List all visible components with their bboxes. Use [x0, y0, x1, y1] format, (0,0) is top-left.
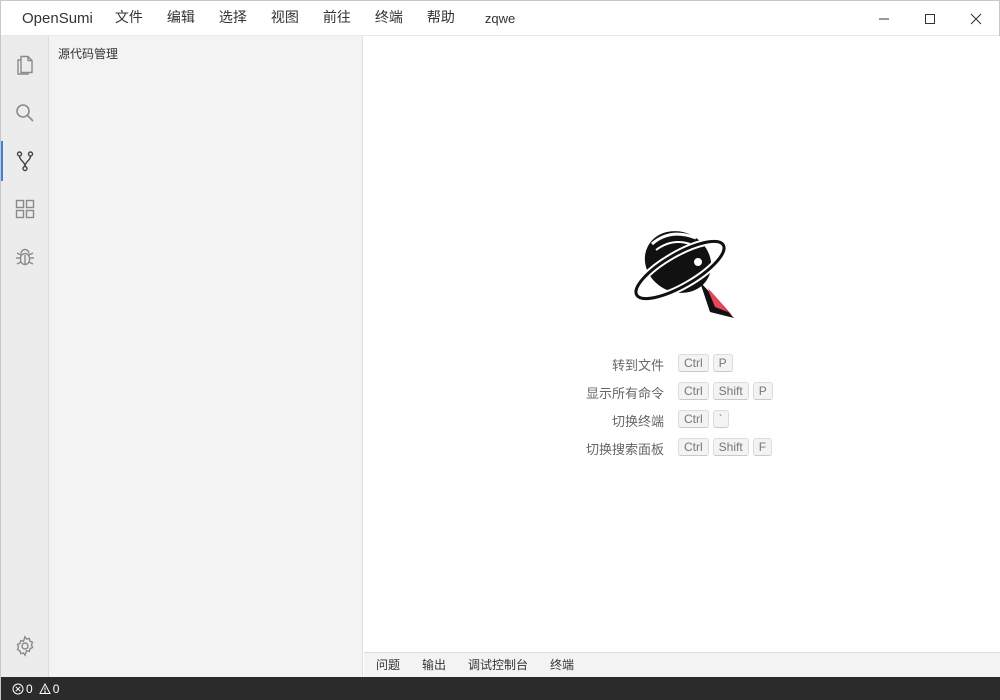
search-icon — [16, 104, 34, 122]
activity-settings[interactable] — [1, 622, 49, 670]
app-name: OpenSumi — [22, 9, 93, 27]
menu-go[interactable]: 前往 — [311, 1, 363, 36]
tab-problems[interactable]: 问题 — [365, 653, 411, 678]
close-icon — [970, 13, 982, 24]
error-count: 0 — [26, 682, 33, 696]
menu-terminal[interactable]: 终端 — [363, 1, 415, 36]
maximize-button[interactable] — [907, 1, 953, 36]
shortcut-label: 切换搜索面板 — [585, 443, 664, 458]
key-badge: Shift — [712, 438, 749, 456]
key-badge: F — [752, 438, 773, 456]
menu-view[interactable]: 视图 — [259, 1, 311, 36]
shortcut-keys: Ctrl Shift P — [678, 382, 773, 400]
editor-area: 转到文件 Ctrl P 显示所有命令 Ctrl Shift P 切换终端 Ctr… — [364, 36, 1000, 652]
source-control-panel: 源代码管理 — [49, 36, 363, 677]
activity-bar — [1, 36, 49, 677]
shortcut-label: 切换终端 — [611, 415, 664, 430]
key-badge: P — [752, 382, 773, 400]
shortcut-row: 切换搜索面板 Ctrl Shift F — [364, 438, 1000, 458]
key-badge: Ctrl — [678, 438, 709, 456]
shortcut-keys: Ctrl ` — [678, 410, 729, 428]
status-warnings[interactable]: 0 — [38, 682, 60, 696]
explorer-files-icon — [17, 55, 33, 75]
minimize-button[interactable] — [861, 1, 907, 36]
shortcut-label: 显示所有命令 — [585, 387, 664, 402]
panel-title: 源代码管理 — [58, 47, 119, 61]
settings-gear-icon — [16, 635, 34, 657]
activity-debug[interactable] — [1, 233, 49, 281]
key-badge: Ctrl — [678, 410, 709, 428]
shortcut-keys: Ctrl P — [678, 354, 733, 372]
activity-extensions[interactable] — [1, 185, 49, 233]
opensumi-logo — [632, 231, 734, 318]
shortcut-row: 显示所有命令 Ctrl Shift P — [364, 382, 1000, 402]
error-icon — [12, 683, 24, 695]
debug-icon — [16, 248, 34, 266]
key-badge: Ctrl — [678, 382, 709, 400]
warning-icon — [38, 683, 51, 694]
menu-bar: 文件 编辑 选择 视图 前往 终端 帮助 — [103, 1, 467, 36]
extensions-icon — [15, 199, 35, 219]
maximize-icon — [925, 13, 935, 24]
shortcut-keys: Ctrl Shift F — [678, 438, 773, 456]
source-control-icon — [16, 151, 34, 172]
app-window: OpenSumi 文件 编辑 选择 视图 前往 终端 帮助 zqwe 源代码管理… — [0, 0, 1000, 700]
activity-search[interactable] — [1, 89, 49, 137]
close-button[interactable] — [953, 1, 999, 36]
tab-terminal[interactable]: 终端 — [539, 653, 585, 678]
activity-source-control[interactable] — [1, 137, 49, 185]
bottom-panel-tabs: 问题 输出 调试控制台 终端 — [364, 652, 1000, 677]
menu-selection[interactable]: 选择 — [207, 1, 259, 36]
menu-file[interactable]: 文件 — [103, 1, 155, 36]
key-badge: P — [712, 354, 733, 372]
key-badge: Shift — [712, 382, 749, 400]
status-bar: 0 0 — [1, 677, 1000, 700]
tab-output[interactable]: 输出 — [411, 653, 457, 678]
menu-edit[interactable]: 编辑 — [155, 1, 207, 36]
title-bar: OpenSumi 文件 编辑 选择 视图 前往 终端 帮助 zqwe — [1, 1, 999, 36]
menu-help[interactable]: 帮助 — [415, 1, 467, 36]
shortcut-label: 转到文件 — [611, 359, 664, 374]
shortcut-row: 切换终端 Ctrl ` — [364, 410, 1000, 430]
status-problems[interactable]: 0 — [12, 682, 33, 696]
minimize-icon — [879, 18, 889, 19]
key-badge: Ctrl — [678, 354, 709, 372]
warning-count: 0 — [52, 682, 60, 696]
window-controls — [861, 1, 999, 36]
shortcut-row: 转到文件 Ctrl P — [364, 354, 1000, 374]
window-title: zqwe — [484, 10, 516, 26]
key-badge: ` — [712, 410, 729, 428]
activity-explorer[interactable] — [1, 41, 49, 89]
tab-debug-console[interactable]: 调试控制台 — [457, 653, 539, 678]
